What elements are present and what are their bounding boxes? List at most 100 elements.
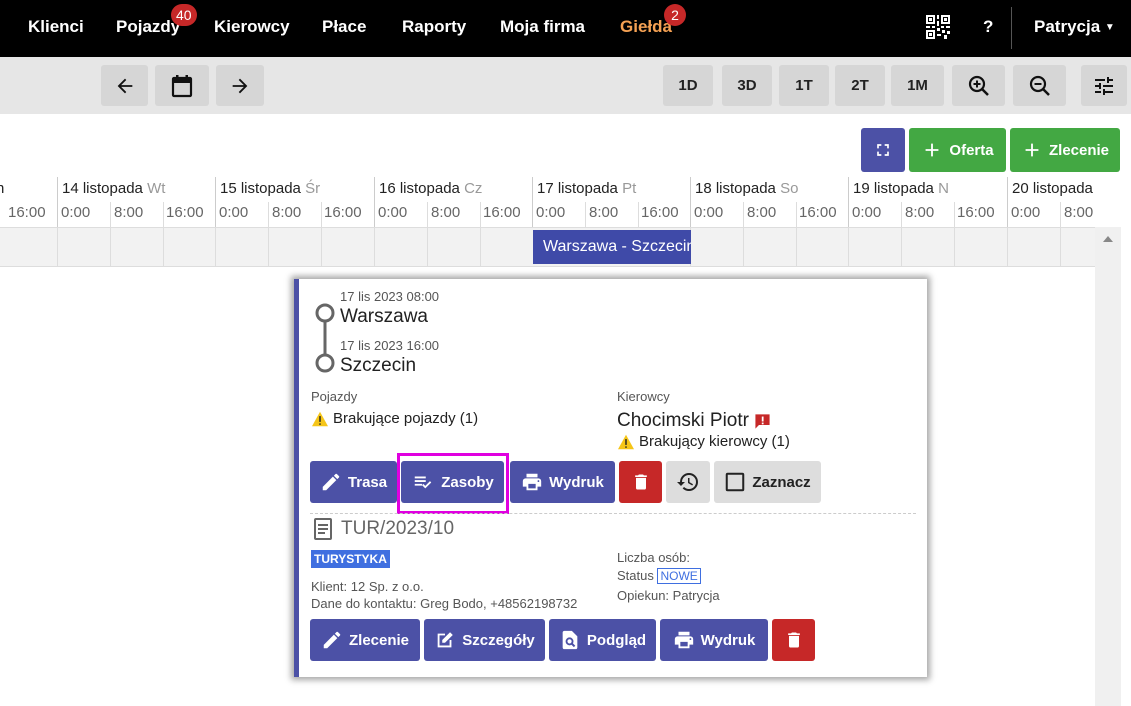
details-button-label: Szczegóły [462, 631, 535, 649]
checkbox-outline-icon [726, 472, 745, 492]
delete-order-button[interactable] [772, 619, 815, 661]
zoom-out-button[interactable] [1013, 65, 1066, 106]
hour-label: 0:00 [1011, 204, 1041, 221]
history-button[interactable] [666, 461, 710, 503]
fullscreen-icon [877, 144, 889, 156]
zoom-2t-button[interactable]: 2T [835, 65, 885, 106]
prev-button[interactable] [101, 65, 148, 106]
nav-kierowcy[interactable]: Kierowcy [214, 0, 290, 57]
user-name: Patrycja [1034, 17, 1101, 36]
zoom-1t-button[interactable]: 1T [779, 65, 829, 106]
edit-square-icon [437, 632, 454, 648]
chevron-down-icon: ▼ [1104, 22, 1115, 33]
zoom-3d-button[interactable]: 3D [722, 65, 772, 106]
order-client: Klient: 12 Sp. z o.o. [311, 579, 424, 594]
user-menu[interactable]: Patrycja ▼ [1034, 0, 1115, 57]
fullscreen-button[interactable] [861, 128, 905, 172]
nav-pojazdy-badge: 40 [171, 4, 197, 26]
day-label: 14 listopada Wt [62, 180, 166, 197]
timeline-header: n 16:00 14 listopada Wt 0:00 8:00 16:00 … [0, 177, 1131, 227]
hour-label: 16:00 [641, 204, 679, 221]
calendar-button[interactable] [155, 65, 209, 106]
settings-button[interactable] [1081, 65, 1127, 106]
edit-order-button[interactable]: Zlecenie [310, 619, 420, 661]
day-label: 19 listopada N [853, 180, 949, 197]
zoom-1m-button[interactable]: 1M [891, 65, 944, 106]
history-icon [677, 473, 698, 492]
zoom-in-button[interactable] [952, 65, 1005, 106]
day-column: 19 listopada N 0:00 8:00 16:00 [848, 177, 1007, 227]
nav-gielda-badge: 2 [664, 4, 686, 26]
hour-label: 16:00 [166, 204, 204, 221]
drivers-warning: Brakujący kierowcy (1) [617, 433, 790, 450]
nav-place[interactable]: Płace [322, 0, 366, 57]
hour-label: 8:00 [589, 204, 619, 221]
hour-label: 16:00 [8, 204, 46, 221]
day-label: 16 listopada Cz [379, 180, 483, 197]
order-tag: TURYSTYKA [311, 550, 390, 568]
hour-label: 0:00 [378, 204, 408, 221]
day-label: 17 listopada Pt [537, 180, 637, 197]
hour-label: 8:00 [272, 204, 302, 221]
details-button[interactable]: Szczegóły [424, 619, 545, 661]
preview-button-label: Podgląd [586, 631, 647, 649]
warning-icon [618, 434, 634, 449]
print-button[interactable]: Wydruk [510, 461, 615, 503]
arrow-right-icon [232, 78, 248, 93]
print-button-label: Wydruk [549, 473, 604, 491]
calendar-icon [171, 74, 193, 97]
hour-label: 8:00 [1064, 204, 1094, 221]
order-contact: Dane do kontaktu: Greg Bodo, +4856219873… [311, 596, 578, 611]
pencil-icon [322, 473, 340, 491]
hour-label: 0:00 [61, 204, 91, 221]
order-status: Status NOWE [617, 568, 701, 584]
tune-icon [1095, 76, 1113, 95]
add-order-label: Zlecenie [1048, 141, 1110, 159]
day-label: 18 listopada So [695, 180, 799, 197]
hour-label: 0:00 [219, 204, 249, 221]
route-event[interactable]: Warszawa - Szczecin [533, 230, 691, 264]
plus-icon [1025, 143, 1039, 157]
preview-button[interactable]: Podgląd [549, 619, 656, 661]
status-badge: NOWE [657, 568, 701, 584]
hour-label: 0:00 [852, 204, 882, 221]
nav-raporty[interactable]: Raporty [402, 0, 466, 57]
hour-label: 8:00 [905, 204, 935, 221]
qr-code-icon[interactable] [926, 15, 950, 39]
select-button-label: Zaznacz [752, 473, 811, 491]
nav-divider [1011, 7, 1012, 49]
delete-button[interactable] [619, 461, 662, 503]
pencil-icon [323, 631, 341, 649]
next-button[interactable] [216, 65, 264, 106]
nav-pojazdy[interactable]: Pojazdy [116, 0, 180, 57]
document-search-icon [562, 630, 578, 650]
zoom-out-icon [1029, 75, 1050, 96]
route-event-label: Warszawa - Szczecin [543, 238, 691, 255]
day-column: 14 listopada Wt 0:00 8:00 16:00 [57, 177, 215, 227]
nav-gielda[interactable]: Giełda [620, 0, 672, 57]
route-timeline-icon [315, 303, 335, 373]
top-navigation: Klienci Pojazdy 40 Kierowcy Płace Raport… [0, 0, 1131, 57]
order-persons: Liczba osób: [617, 550, 690, 565]
day-column: 18 listopada So 0:00 8:00 16:00 [690, 177, 848, 227]
route-button[interactable]: Trasa [310, 461, 397, 503]
edit-order-label: Zlecenie [348, 631, 410, 649]
day-column: 15 listopada Śr 0:00 8:00 16:00 [215, 177, 374, 227]
nav-moja-firma[interactable]: Moja firma [500, 0, 585, 57]
printer-icon [674, 631, 693, 649]
print-order-button[interactable]: Wydruk [660, 619, 768, 661]
order-number: TUR/2023/10 [313, 518, 454, 540]
day-column: 20 listopada 0:00 8:00 [1007, 177, 1131, 227]
add-offer-button[interactable]: Oferta [909, 128, 1006, 172]
order-manager: Opiekun: Patrycja [617, 588, 720, 603]
scroll-up-icon[interactable] [1095, 227, 1121, 251]
hour-label: 8:00 [114, 204, 144, 221]
help-button[interactable]: ? [983, 0, 993, 57]
hour-label: 0:00 [536, 204, 566, 221]
route-start-time: 17 lis 2023 08:00 [340, 289, 440, 304]
add-order-button[interactable]: Zlecenie [1010, 128, 1120, 172]
nav-klienci[interactable]: Klienci [28, 0, 84, 57]
vertical-scrollbar[interactable] [1095, 227, 1121, 706]
select-button[interactable]: Zaznacz [714, 461, 821, 503]
zoom-1d-button[interactable]: 1D [663, 65, 713, 106]
